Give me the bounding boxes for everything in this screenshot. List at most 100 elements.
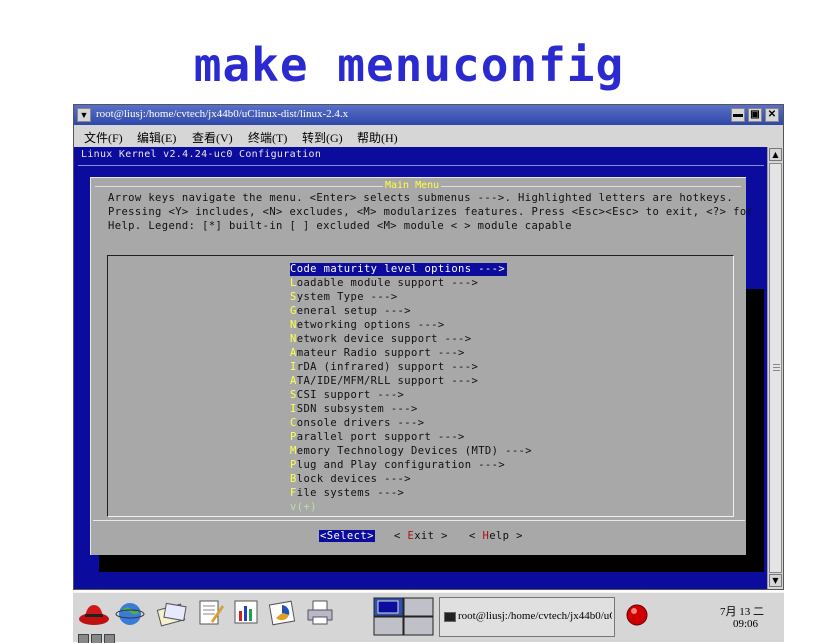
menu-item-file-systems[interactable]: File systems ---> (290, 487, 404, 500)
menu-item-block-devices[interactable]: Block devices ---> (290, 473, 411, 486)
window-titlebar[interactable]: ▼ root@liusj:/home/cvtech/jx44b0/uClinux… (74, 105, 783, 125)
menu-item-label: arallel port support ---> (296, 431, 465, 443)
keyboard-icon[interactable] (78, 634, 89, 643)
menu-item-label: TA/IDE/MFM/RLL support ---> (296, 375, 479, 387)
hotkey-letter: C (290, 263, 297, 275)
redhat-menu-icon[interactable] (77, 597, 111, 627)
hotkey-letter: S (290, 291, 297, 303)
clock-date[interactable]: 7月 13 二 (720, 603, 764, 619)
hotkey-letter: C (290, 417, 297, 429)
menu-item-label: ode maturity level options ---> (296, 263, 506, 275)
slide-title: make menuconfig (193, 38, 625, 92)
more-items-indicator: v(+) (290, 501, 317, 513)
minimize-icon[interactable]: ▬ (731, 108, 745, 122)
menu-item-label: lock devices ---> (296, 473, 412, 485)
tray-small-icons (78, 629, 158, 643)
writer-icon[interactable] (195, 597, 225, 627)
menu-go[interactable]: 转到(G) (302, 129, 343, 146)
grip-line (773, 370, 780, 371)
menu-item-general-setup[interactable]: General setup ---> (290, 305, 411, 318)
hotkey-letter: P (290, 431, 297, 443)
scroll-up-icon[interactable]: ▲ (769, 148, 782, 161)
menu-item-amateur-radio[interactable]: Amateur Radio support ---> (290, 347, 465, 360)
config-header: Linux Kernel v2.4.24-uc0 Configuration (81, 149, 322, 160)
hotkey-letter: F (290, 487, 297, 499)
menu-item-label: rDA (infrared) support ---> (296, 361, 479, 373)
menu-help[interactable]: 帮助(H) (357, 129, 398, 146)
select-button[interactable]: <Select> (319, 530, 375, 542)
menu-item-parallel-port[interactable]: Parallel port support ---> (290, 431, 465, 444)
hotkey-letter: M (290, 445, 297, 457)
menu-item-label: eneral setup ---> (296, 305, 412, 317)
menu-item-label: ile systems ---> (296, 487, 405, 499)
header-divider (78, 165, 764, 166)
hotkey-letter: A (290, 347, 297, 359)
menu-terminal[interactable]: 终端(T) (248, 129, 287, 146)
terminal-scrollbar[interactable]: ▲ ▼ (767, 147, 783, 589)
hotkey-letter: P (290, 459, 297, 471)
menu-item-label: mateur Radio support ---> (296, 347, 465, 359)
scrollbar-thumb[interactable] (769, 163, 782, 573)
menu-item-system-type[interactable]: System Type ---> (290, 291, 398, 304)
mail-icon[interactable] (155, 597, 191, 627)
menu-item-label: oadable module support ---> (296, 277, 479, 289)
taskbar-terminal-task[interactable]: root@liusj:/home/cvtech/jx44b0/uC (439, 597, 615, 637)
hotkey-letter: N (290, 319, 297, 331)
menu-item-loadable-module[interactable]: Loadable module support ---> (290, 277, 478, 290)
terminal-icon (444, 612, 456, 622)
hotkey-letter: I (290, 403, 297, 415)
terminal-area[interactable]: Linux Kernel v2.4.24-uc0 Configuration M… (74, 147, 767, 589)
menu-item-ata-ide[interactable]: ATA/IDE/MFM/RLL support ---> (290, 375, 478, 388)
menu-item-label: emory Technology Devices (MTD) ---> (296, 445, 532, 457)
update-alert-icon[interactable] (625, 603, 649, 627)
hotkey-letter: I (290, 361, 297, 373)
menubar: 文件(F) 编辑(E) 查看(V) 终端(T) 转到(G) 帮助(H) (74, 125, 783, 147)
menu-edit[interactable]: 编辑(E) (137, 129, 176, 146)
menu-item-label: etworking options ---> (296, 319, 445, 331)
workspace-switcher[interactable] (373, 597, 435, 637)
menu-item-irda[interactable]: IrDA (infrared) support ---> (290, 361, 478, 374)
grip-line (773, 364, 780, 365)
main-menu-dialog: Main Menu Arrow keys navigate the menu. … (90, 177, 753, 555)
help-text-line: Help. Legend: [*] built-in [ ] excluded … (108, 220, 572, 232)
presentation-icon[interactable] (231, 597, 261, 627)
menu-item-label: lug and Play configuration ---> (296, 459, 506, 471)
dialog-title: Main Menu (383, 180, 442, 191)
hotkey-letter: B (290, 473, 297, 485)
terminal-window: ▼ root@liusj:/home/cvtech/jx44b0/uClinux… (73, 104, 784, 590)
browser-globe-icon[interactable] (115, 597, 145, 627)
menu-item-mtd[interactable]: Memory Technology Devices (MTD) ---> (290, 445, 532, 458)
menu-file[interactable]: 文件(F) (84, 129, 123, 146)
help-button[interactable]: < Help > (469, 530, 523, 542)
menu-item-console-drivers[interactable]: Console drivers ---> (290, 417, 424, 430)
hotkey-letter: L (290, 277, 297, 289)
help-text-line: Pressing <Y> includes, <N> excludes, <M>… (108, 206, 754, 218)
pen-icon[interactable] (104, 634, 115, 643)
menu-item-scsi[interactable]: SCSI support ---> (290, 389, 404, 402)
menu-item-code-maturity[interactable]: Code maturity level options ---> (290, 263, 508, 276)
spreadsheet-icon[interactable] (267, 597, 297, 627)
menu-item-networking-options[interactable]: Networking options ---> (290, 319, 445, 332)
taskbar: root@liusj:/home/cvtech/jx44b0/uC 7月 13 … (73, 592, 784, 643)
menu-item-label: SDN subsystem ---> (296, 403, 418, 415)
hotkey-letter: S (290, 389, 297, 401)
exit-button[interactable]: < Exit > (394, 530, 448, 542)
input-method-icon[interactable] (91, 634, 102, 643)
dialog-button-divider (93, 520, 745, 521)
printer-icon[interactable] (305, 597, 335, 627)
menu-item-plug-and-play[interactable]: Plug and Play configuration ---> (290, 459, 505, 472)
grip-line (773, 367, 780, 368)
chevron-down-icon[interactable]: ▼ (77, 108, 91, 122)
menu-item-label: CSI support ---> (296, 389, 405, 401)
close-icon[interactable]: ✕ (765, 108, 779, 122)
scroll-down-icon[interactable]: ▼ (769, 574, 782, 587)
menu-item-network-device[interactable]: Network device support ---> (290, 333, 472, 346)
menu-view[interactable]: 查看(V) (192, 129, 233, 146)
window-title: root@liusj:/home/cvtech/jx44b0/uClinux-d… (96, 108, 349, 120)
help-text-line: Arrow keys navigate the menu. <Enter> se… (108, 192, 734, 204)
maximize-icon[interactable]: ▣ (748, 108, 762, 122)
menu-item-label: ystem Type ---> (296, 291, 398, 303)
clock-time[interactable]: 09:06 (733, 618, 758, 630)
hotkey-letter: N (290, 333, 297, 345)
menu-item-isdn[interactable]: ISDN subsystem ---> (290, 403, 418, 416)
